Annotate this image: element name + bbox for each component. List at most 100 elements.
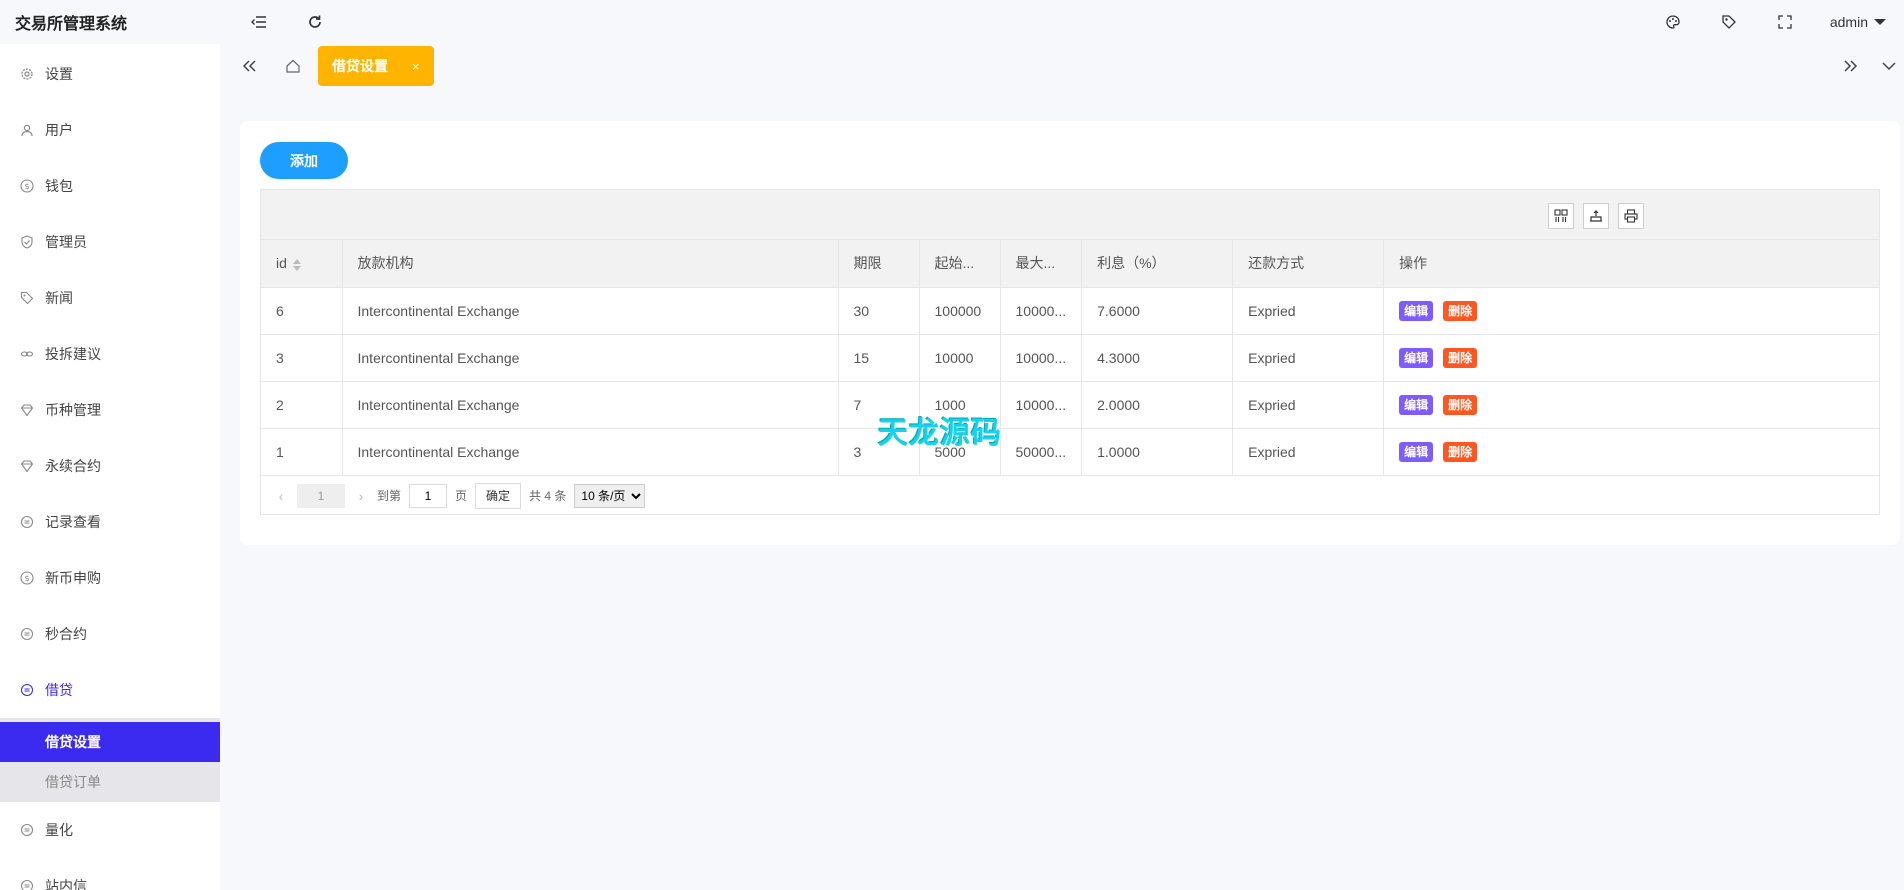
loan-table: id 放款机构 期限 起始... 最大... 利息（%） 还款方式 操作 6 I… [261,240,1879,476]
cell-repay: Expried [1232,287,1385,335]
svg-text:$: $ [24,182,29,191]
sidebar-item-label: 量化 [45,822,73,838]
username: admin [1829,14,1868,30]
content-card: 添加 id 放款机构 期限 起始... 最大... 利息（%） 还款方式 操作 … [240,121,1900,545]
swap-icon [20,879,34,890]
edit-button[interactable]: 编辑 [1399,441,1434,462]
sidebar-item-admin[interactable]: 管理员 [0,214,220,270]
prev-page-icon[interactable]: ‹ [273,488,289,504]
cell-org: Intercontinental Exchange [342,287,839,335]
cell-id: 2 [261,381,343,429]
sidebar: 交易所管理系统 设置 用户 $ 钱包 管理员 新闻 投拆建议 币种管理 永续合约… [0,0,220,890]
per-page-select[interactable]: 10 条/页 [574,483,646,508]
sidebar-item-perpetual[interactable]: 永续合约 [0,438,220,494]
column-header: 放款机构 [342,240,839,288]
close-icon[interactable]: × [412,59,420,74]
tab-lending-settings[interactable]: 借贷设置 × [318,46,434,86]
sidebar-item-ipo[interactable]: $ 新币申购 [0,550,220,606]
columns-icon[interactable] [1548,203,1574,229]
cell-repay: Expried [1232,428,1385,476]
column-header: 还款方式 [1232,240,1385,288]
cell-min: 10000 [919,334,1001,382]
edit-button[interactable]: 编辑 [1399,300,1434,321]
delete-button[interactable]: 删除 [1443,441,1478,462]
sidebar-menu: 设置 用户 $ 钱包 管理员 新闻 投拆建议 币种管理 永续合约 记录查看 $ … [0,44,220,890]
edit-button[interactable]: 编辑 [1399,394,1434,415]
sidebar-item-lending-orders[interactable]: 借贷订单 [0,762,220,802]
sidebar-item-label: 管理员 [45,234,87,250]
goto-label: 到第 [377,489,402,503]
sidebar-item-second-contract[interactable]: 秒合约 [0,606,220,662]
user-menu[interactable]: admin [1830,14,1886,30]
sidebar-item-lending-settings[interactable]: 借贷设置 [0,722,220,762]
chevron-down-icon[interactable] [1874,51,1904,81]
cell-actions: 编辑 删除 [1383,381,1879,429]
cell-min: 100000 [919,287,1001,335]
table-row: 6 Intercontinental Exchange 30 100000 10… [261,287,1879,335]
refresh-icon[interactable] [304,11,326,33]
sidebar-item-quant[interactable]: 量化 [0,802,220,858]
delete-button[interactable]: 删除 [1443,347,1478,368]
sidebar-item-currency[interactable]: 币种管理 [0,382,220,438]
table-row: 1 Intercontinental Exchange 3 5000 50000… [261,428,1879,476]
lending-submenu: 借贷设置 借贷订单 [0,718,220,802]
sidebar-item-label: 设置 [45,66,73,82]
sidebar-item-news[interactable]: 新闻 [0,270,220,326]
goto-page-input[interactable] [409,483,448,508]
next-page-icon[interactable]: › [353,488,369,504]
cell-max: 10000... [1000,381,1083,429]
sidebar-item-wallet[interactable]: $ 钱包 [0,158,220,214]
caret-down-icon [1874,19,1886,25]
sidebar-item-label: 记录查看 [45,514,101,530]
delete-button[interactable]: 删除 [1443,300,1478,321]
cell-term: 30 [838,287,920,335]
tabs-scroll-right-icon[interactable] [1836,51,1866,81]
sidebar-item-label: 借贷 [45,682,73,698]
gear-icon [20,67,34,81]
sidebar-item-suggestions[interactable]: 投拆建议 [0,326,220,382]
sidebar-item-label: 永续合约 [45,458,101,474]
column-header-id[interactable]: id [261,240,343,288]
menu-toggle-icon[interactable] [248,11,270,33]
diamond-icon [20,403,34,417]
sidebar-item-label: 用户 [45,122,73,138]
sidebar-item-records[interactable]: 记录查看 [0,494,220,550]
cell-repay: Expried [1232,334,1385,382]
delete-button[interactable]: 删除 [1443,394,1478,415]
export-icon[interactable] [1583,203,1609,229]
cell-rate: 7.6000 [1081,287,1234,335]
add-button[interactable]: 添加 [260,142,348,179]
sidebar-item-label: 投拆建议 [45,346,101,362]
cell-rate: 4.3000 [1081,334,1234,382]
sidebar-item-label: 币种管理 [45,402,101,418]
palette-icon[interactable] [1662,11,1684,33]
cell-rate: 1.0000 [1081,428,1234,476]
tab-bar: 借贷设置 × [220,44,1904,88]
sidebar-item-messages[interactable]: 站内信 [0,858,220,890]
edit-button[interactable]: 编辑 [1399,347,1434,368]
sidebar-item-users[interactable]: 用户 [0,102,220,158]
tab-label: 借贷设置 [332,58,388,74]
tabs-scroll-left-icon[interactable] [234,51,264,81]
confirm-page-button[interactable]: 确定 [475,482,522,509]
cell-actions: 编辑 删除 [1383,287,1879,335]
link-icon [20,347,34,361]
total-count: 共 4 条 [529,489,567,503]
tag-icon[interactable] [1718,11,1740,33]
cell-actions: 编辑 删除 [1383,334,1879,382]
watermark: 天龙源码 [878,416,1002,451]
cell-term: 15 [838,334,920,382]
pagination: ‹ 1 › 到第 页 确定 共 4 条 10 条/页 [261,476,1879,516]
print-icon[interactable] [1618,203,1644,229]
sidebar-item-label: 站内信 [45,878,87,890]
diamond-icon [20,459,34,473]
sidebar-item-lending[interactable]: 借贷 [0,662,220,718]
fullscreen-icon[interactable] [1774,11,1796,33]
sidebar-item-label: 秒合约 [45,626,87,642]
sort-icon[interactable] [292,258,301,271]
svg-text:$: $ [24,574,29,583]
sidebar-item-settings[interactable]: 设置 [0,46,220,102]
home-icon[interactable] [278,51,308,81]
data-table: id 放款机构 期限 起始... 最大... 利息（%） 还款方式 操作 6 I… [260,189,1880,515]
table-toolbar [261,190,1879,240]
